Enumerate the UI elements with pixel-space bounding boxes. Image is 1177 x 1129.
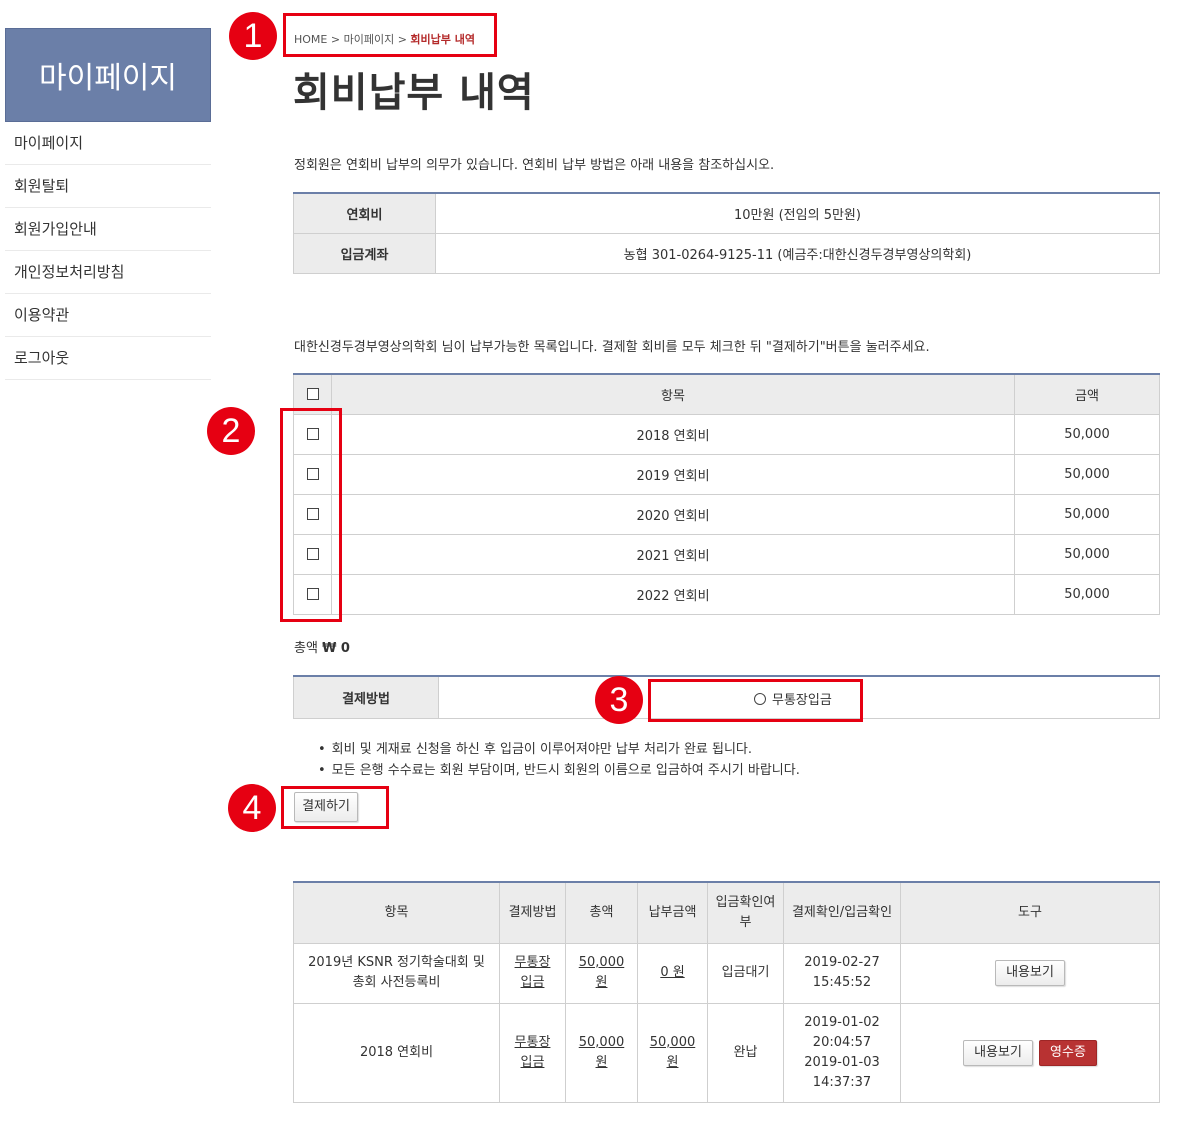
fee-value: 10만원 (전임의 5만원) [435, 193, 1160, 234]
annotation-number: 3 [595, 676, 643, 724]
payment-notes: 회비 및 게재료 신청을 하신 후 입금이 이루어져야만 납부 처리가 완료 됩… [318, 739, 800, 781]
sidebar-item-terms[interactable]: 이용약관 [5, 294, 211, 337]
sidebar-item-logout[interactable]: 로그아웃 [5, 337, 211, 380]
page-title: 회비납부 내역 [293, 70, 535, 116]
history-confirm: 2019-01-02 20:04:57 2019-01-03 14:37:37 [783, 1002, 901, 1103]
history-deposit-status: 완납 [707, 1002, 784, 1103]
table-row: 2018 연회비 무통장 입금 50,000 원 50,000 원 완납 201… [293, 1002, 1160, 1103]
history-method[interactable]: 무통장 입금 [499, 1002, 566, 1103]
account-value: 농협 301-0264-9125-11 (예금주:대한신경두경부영상의학회) [435, 232, 1160, 274]
fee-item: 2019 연회비 [331, 453, 1015, 495]
select-all-checkbox[interactable] [306, 388, 319, 401]
history-tools: 내용보기 [900, 942, 1160, 1004]
fee-info-table: 연회비 10만원 (전임의 5만원) 입금계좌 농협 301-0264-9125… [293, 192, 1160, 274]
fee-item: 2021 연회비 [331, 533, 1015, 575]
table-row: 2018 연회비 50,000 [293, 413, 1160, 455]
history-item-line: 2019년 KSNR 정기학술대회 및 [308, 955, 485, 970]
table-row: 2022 연회비 50,000 [293, 573, 1160, 615]
history-confirm: 2019-02-27 15:45:52 [783, 942, 901, 1004]
column-header-item: 항목 [331, 374, 1015, 415]
total-label: 총액 [294, 641, 318, 656]
history-confirm-line: 15:45:52 [812, 975, 872, 990]
fee-amount: 50,000 [1014, 573, 1160, 615]
sidebar-item-mypage[interactable]: 마이페이지 [5, 122, 211, 165]
column-header-method: 결제방법 [499, 882, 566, 944]
table-row: 2020 연회비 50,000 [293, 493, 1160, 535]
fee-amount: 50,000 [1014, 413, 1160, 455]
receipt-button[interactable]: 영수증 [1039, 1039, 1097, 1066]
annotation-box-payment-method [648, 679, 863, 722]
history-confirm-line: 2019-01-03 [804, 1054, 880, 1070]
column-header-amount: 금액 [1014, 374, 1160, 415]
column-header-deposit: 입금확인여부 [707, 882, 784, 944]
history-confirm-line: 14:37:37 [812, 1074, 872, 1090]
column-header-paid: 납부금액 [637, 882, 708, 944]
annotation-box-pay-button [281, 786, 389, 829]
history-total-line[interactable]: 50,000 [579, 955, 625, 970]
history-paid[interactable]: 50,000 원 [637, 1002, 708, 1103]
total-amount: 총액 ₩ 0 [294, 637, 350, 656]
view-details-button[interactable]: 내용보기 [963, 1039, 1033, 1066]
fee-amount: 50,000 [1014, 533, 1160, 575]
fee-item: 2018 연회비 [331, 413, 1015, 455]
history-deposit-status: 입금대기 [707, 942, 784, 1004]
sidebar-item-join-guide[interactable]: 회원가입안내 [5, 208, 211, 251]
history-item: 2018 연회비 [293, 1002, 500, 1103]
history-total[interactable]: 50,000 원 [565, 1002, 638, 1103]
fee-amount: 50,000 [1014, 493, 1160, 535]
fee-amount: 50,000 [1014, 453, 1160, 495]
fee-item: 2022 연회비 [331, 573, 1015, 615]
history-paid[interactable]: 0 원 [637, 942, 708, 1004]
history-method-line[interactable]: 입금 [521, 1055, 545, 1070]
table-row: 2019 연회비 50,000 [293, 453, 1160, 495]
payment-method-label: 결제방법 [293, 676, 439, 719]
history-tools: 내용보기 영수증 [900, 1002, 1160, 1103]
history-method-line[interactable]: 입금 [521, 975, 545, 990]
history-paid-line[interactable]: 50,000 [650, 1035, 696, 1050]
column-header-tools: 도구 [900, 882, 1160, 944]
column-header-confirm: 결제확인/입금확인 [783, 882, 901, 944]
view-details-button[interactable]: 내용보기 [995, 960, 1065, 986]
fee-label: 연회비 [293, 193, 436, 234]
history-confirm-line: 2019-02-27 [804, 955, 880, 970]
history-confirm-line: 2019-01-02 [804, 1014, 880, 1030]
annotation-box-checkboxes [280, 408, 342, 622]
instruction-text: 대한신경두경부영상의학회 님이 납부가능한 목록입니다. 결제할 회비를 모두 … [294, 340, 930, 355]
history-method-line[interactable]: 무통장 [515, 955, 551, 970]
annotation-box-breadcrumb [283, 13, 497, 57]
table-row: 2019년 KSNR 정기학술대회 및 총회 사전등록비 무통장 입금 50,0… [293, 942, 1160, 1004]
account-label: 입금계좌 [293, 232, 436, 274]
table-row: 2021 연회비 50,000 [293, 533, 1160, 575]
history-paid-line[interactable]: 원 [667, 1055, 679, 1070]
history-total-line[interactable]: 원 [596, 975, 608, 990]
history-paid-value[interactable]: 0 원 [660, 965, 684, 980]
intro-text: 정회원은 연회비 납부의 의무가 있습니다. 연회비 납부 방법은 아래 내용을… [294, 158, 775, 173]
history-method[interactable]: 무통장 입금 [499, 942, 566, 1004]
payable-fees-table: 항목 금액 2018 연회비 50,000 2019 연회비 50,000 20… [293, 373, 1160, 615]
payment-history-table: 항목 결제방법 총액 납부금액 입금확인여부 결제확인/입금확인 도구 2019… [293, 881, 1160, 1103]
annotation-number: 4 [228, 784, 276, 832]
history-method-line[interactable]: 무통장 [515, 1035, 551, 1050]
history-total-line[interactable]: 원 [596, 1055, 608, 1070]
history-total[interactable]: 50,000 원 [565, 942, 638, 1004]
annotation-number: 2 [207, 407, 255, 455]
sidebar-item-withdraw[interactable]: 회원탈퇴 [5, 165, 211, 208]
sidebar-title: 마이페이지 [5, 28, 211, 122]
annotation-number: 1 [229, 12, 277, 60]
history-item: 2019년 KSNR 정기학술대회 및 총회 사전등록비 [293, 942, 500, 1004]
sidebar-menu: 마이페이지 회원탈퇴 회원가입안내 개인정보처리방침 이용약관 로그아웃 [5, 122, 211, 380]
history-total-line[interactable]: 50,000 [579, 1035, 625, 1050]
sidebar-item-privacy[interactable]: 개인정보처리방침 [5, 251, 211, 294]
column-header-item: 항목 [293, 882, 500, 944]
note-item: 회비 및 게재료 신청을 하신 후 입금이 이루어져야만 납부 처리가 완료 됩… [318, 739, 800, 760]
note-item: 모든 은행 수수료는 회원 부담이며, 반드시 회원의 이름으로 입금하여 주시… [318, 760, 800, 781]
total-value: ₩ 0 [322, 641, 350, 656]
fee-item: 2020 연회비 [331, 493, 1015, 535]
history-item-line: 총회 사전등록비 [352, 975, 441, 990]
history-confirm-line: 20:04:57 [812, 1034, 872, 1050]
column-header-total: 총액 [565, 882, 638, 944]
